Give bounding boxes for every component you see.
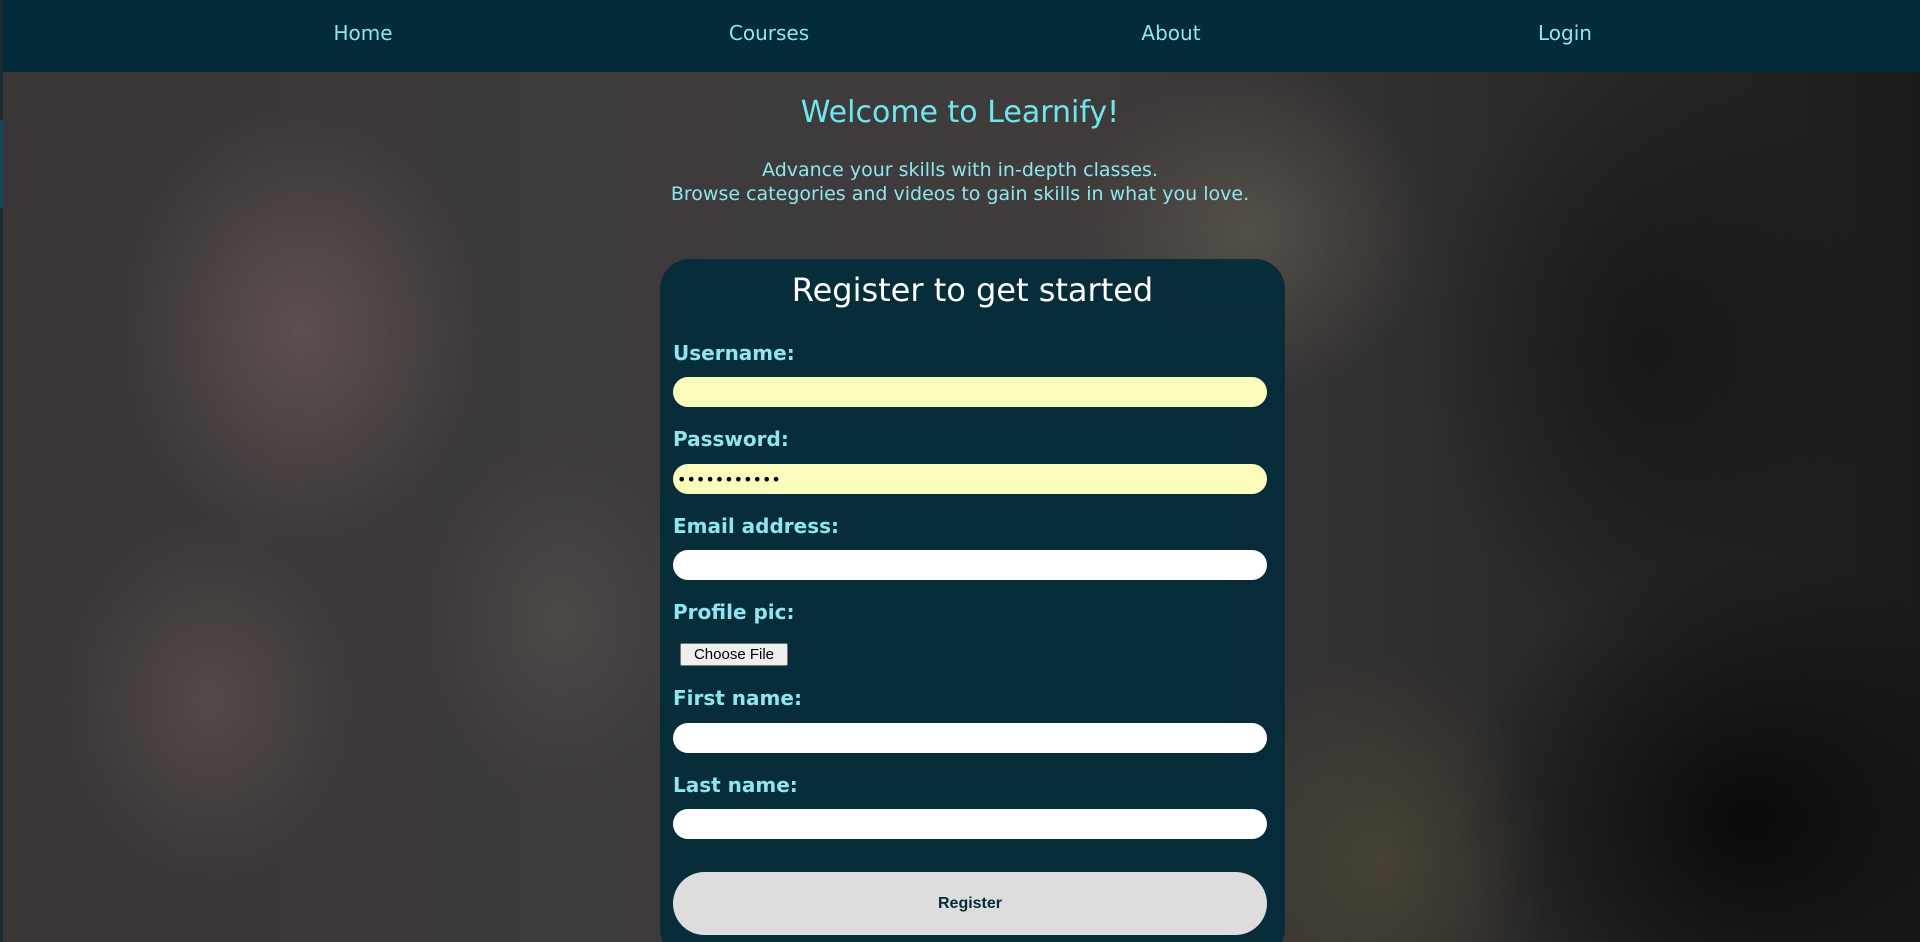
username-input[interactable] [673,377,1267,407]
page-title: Welcome to Learnify! [800,95,1120,130]
nav-login-link[interactable]: Login [1500,0,1630,66]
register-form: Register to get started Username: Passwo… [660,259,1285,942]
hero-subtitle: Advance your skills with in-depth classe… [560,158,1360,206]
top-navbar: Home Courses About Login [3,0,1920,72]
choose-file-button[interactable]: Choose File [680,643,788,666]
hero-subtitle-line-2: Browse categories and videos to gain ski… [670,183,1250,205]
left-edge-accent [0,120,3,208]
last-name-label: Last name: [673,773,798,797]
nav-home-link[interactable]: Home [303,0,423,66]
nav-courses-link[interactable]: Courses [699,0,839,66]
last-name-input[interactable] [673,809,1267,839]
nav-about-link[interactable]: About [1106,0,1236,66]
email-label: Email address: [673,514,840,538]
password-label: Password: [673,427,789,451]
email-input[interactable] [673,550,1267,580]
register-button[interactable]: Register [673,872,1267,935]
username-label: Username: [673,341,795,365]
first-name-label: First name: [673,686,802,710]
profile-pic-label: Profile pic: [673,600,795,624]
first-name-input[interactable] [673,723,1267,753]
password-input[interactable] [673,464,1267,494]
hero-subtitle-line-1: Advance your skills with in-depth classe… [762,159,1158,181]
register-title: Register to get started [791,271,1154,309]
